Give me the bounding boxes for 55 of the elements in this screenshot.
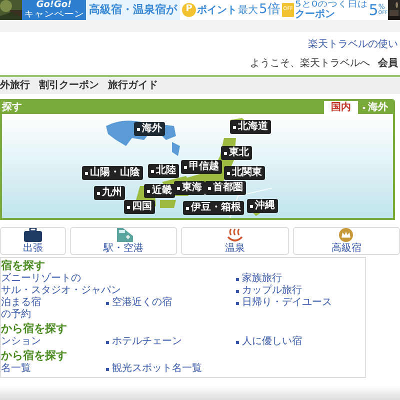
category-button[interactable]: 出張 — [0, 227, 66, 255]
list-link[interactable]: の予約 — [1, 309, 31, 321]
list-link[interactable]: 泊まる宿 — [1, 297, 41, 309]
panel-title: 探す — [2, 100, 22, 115]
region-tab[interactable]: 国内 — [324, 101, 358, 114]
point-value: 5倍 — [259, 1, 280, 20]
list-link[interactable]: 観光スポット名一覧 — [104, 363, 202, 375]
coupon-value: 5 — [368, 2, 378, 18]
region-label[interactable]: 海外 — [134, 122, 165, 136]
region-label[interactable]: 北海道 — [230, 120, 271, 134]
point-max: 最大 — [238, 4, 258, 18]
section-heading: 宿を探す — [1, 258, 46, 272]
region-label[interactable]: 首都圏 — [205, 181, 246, 195]
crown-icon — [338, 228, 354, 242]
hot-spring-icon — [226, 228, 244, 242]
region-label[interactable]: 甲信越 — [181, 160, 222, 174]
region-label[interactable]: 沖縄 — [247, 199, 278, 213]
region-label[interactable]: 北陸 — [148, 164, 179, 178]
help-link[interactable]: 楽天トラベルの使い — [308, 37, 398, 52]
region-label[interactable]: 近畿 — [144, 184, 175, 198]
list-link[interactable]: ンション — [1, 336, 41, 348]
list-link[interactable]: 名一覧 — [1, 363, 31, 375]
nav-item[interactable]: 外旅行 — [0, 78, 30, 93]
list-link[interactable]: 空港近くの宿 — [104, 297, 172, 309]
list-link[interactable]: ズニーリゾートの — [1, 273, 81, 285]
list-link[interactable]: 人に優しい宿 — [234, 336, 302, 348]
region-label[interactable]: 東海 — [174, 181, 205, 195]
briefcase-icon — [24, 228, 42, 242]
list-link[interactable]: 家族旅行 — [234, 273, 282, 285]
nav-item[interactable]: 割引クーポン — [39, 78, 99, 93]
list-link[interactable]: ホテルチェーン — [104, 336, 182, 348]
list-link[interactable]: 日帰り・デイユース — [234, 297, 332, 309]
list-link[interactable]: サル・スタジオ・ジャパン — [1, 285, 121, 297]
coupon-days: 5と0のつく日は — [294, 1, 368, 9]
region-label[interactable]: 九州 — [94, 186, 125, 200]
category-button[interactable]: 温泉 — [181, 227, 289, 255]
welcome-text: ようこそ、楽天トラベルへ — [250, 57, 370, 71]
coupon-label: クーポン — [294, 10, 336, 20]
point-badge: P — [182, 3, 196, 17]
region-label[interactable]: 山陽・山陰 — [82, 166, 143, 180]
region-label[interactable]: 四国 — [124, 200, 155, 214]
point-label: ポイント — [197, 4, 237, 18]
region-label[interactable]: 東北 — [221, 146, 252, 160]
category-button[interactable]: 高級宿 — [292, 227, 400, 255]
section-heading: から宿を探す — [1, 321, 68, 336]
category-button[interactable]: 駅・空港 — [70, 227, 178, 255]
member-link[interactable]: 会員 — [378, 56, 398, 71]
list-link[interactable]: カップル旅行 — [234, 285, 302, 297]
campaign-title: Go!Go! — [36, 0, 72, 10]
section-heading: から宿を探す — [1, 348, 68, 363]
region-label[interactable]: 北関東 — [224, 166, 265, 180]
nav-item[interactable]: 旅行ガイド — [108, 78, 158, 93]
region-label[interactable]: 伊豆・箱根 — [183, 201, 244, 215]
campaign-label: キャンペーン — [24, 10, 84, 18]
banner-headline: 高級宿・温泉宿が — [88, 2, 178, 18]
